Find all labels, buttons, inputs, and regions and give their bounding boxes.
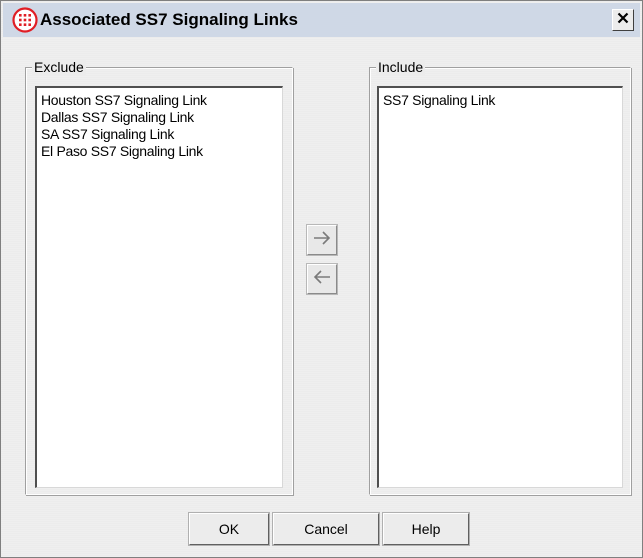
exclude-group: Exclude Houston SS7 Signaling Link Dallas… [25,59,293,495]
include-group: Include SS7 Signaling Link [369,59,631,495]
list-item[interactable]: Houston SS7 Signaling Link [41,92,278,109]
move-right-button[interactable] [306,224,338,256]
list-item[interactable]: SA SS7 Signaling Link [41,126,278,143]
ok-button[interactable]: OK [188,512,270,546]
arrow-right-icon [312,230,332,251]
exclude-list[interactable]: Houston SS7 Signaling Link Dallas SS7 Sig… [35,86,283,488]
close-button[interactable] [612,9,634,31]
exclude-label: Exclude [32,59,86,75]
help-button[interactable]: Help [382,512,470,546]
include-list[interactable]: SS7 Signaling Link [377,86,623,488]
list-item[interactable]: El Paso SS7 Signaling Link [41,143,278,160]
close-icon [617,11,629,29]
list-item[interactable]: Dallas SS7 Signaling Link [41,109,278,126]
globe-grid-icon [12,7,38,33]
include-label: Include [376,59,426,75]
move-left-button[interactable] [306,263,338,295]
list-item[interactable]: SS7 Signaling Link [383,92,618,109]
title-bar[interactable]: Associated SS7 Signaling Links [3,3,640,37]
window-title: Associated SS7 Signaling Links [40,10,298,29]
associated-links-dialog: Associated SS7 Signaling Links Exclude H… [0,0,643,558]
cancel-button[interactable]: Cancel [272,512,380,546]
arrow-left-icon [312,269,332,290]
